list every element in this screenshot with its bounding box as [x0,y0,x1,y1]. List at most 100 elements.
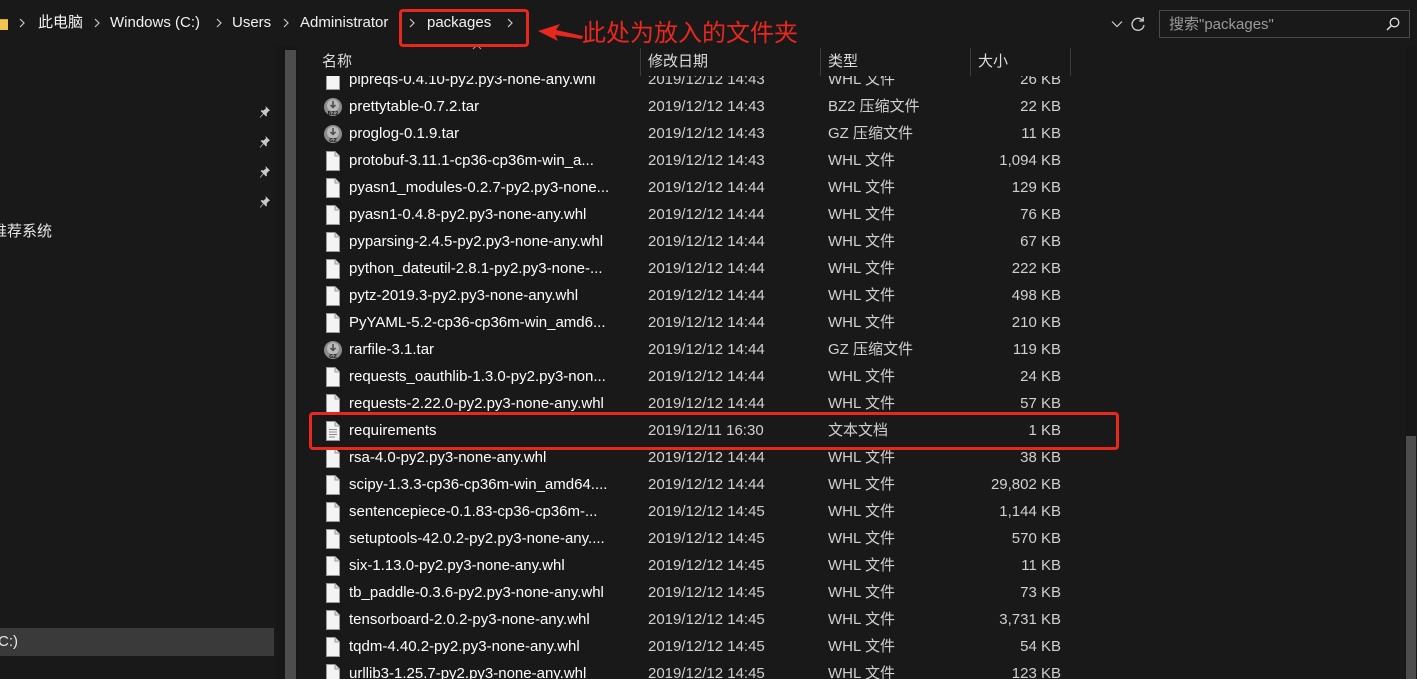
search-icon[interactable] [1386,17,1400,31]
whl-file-icon [323,309,343,336]
file-row[interactable]: pyasn1-0.4.8-py2.py3-none-any.whl 2019/12… [298,201,1405,228]
whl-file-icon [323,147,343,174]
breadcrumb-this-pc[interactable]: 此电脑 [38,13,83,33]
pin-icon[interactable] [259,195,271,209]
column-header-name[interactable]: 名称 [298,48,640,76]
pin-icon[interactable] [259,165,271,179]
gz-archive-icon: GZ [323,120,343,147]
file-date-modified: 2019/12/12 14:45 [648,611,765,628]
file-name: rarfile-3.1.tar [349,341,435,358]
column-header-size[interactable]: 大小 [971,48,1070,76]
file-date-modified: 2019/12/12 14:44 [648,233,765,250]
whl-file-icon [323,201,343,228]
chevron-right-icon[interactable] [93,17,101,29]
whl-file-icon [323,660,343,679]
breadcrumb-administrator[interactable]: Administrator [300,13,388,33]
pin-icon[interactable] [259,135,271,149]
nav-item-label: C:) [0,633,18,650]
file-size: 570 KB [1011,530,1061,547]
file-row[interactable]: urllib3-1.25.7-py2.py3-none-any.whl 2019/… [298,660,1405,679]
search-input[interactable] [1169,11,1379,37]
annotation-arrow-icon [534,20,586,46]
file-row[interactable]: GZ proglog-0.1.9.tar 2019/12/12 14:43 GZ 压缩… [298,120,1405,147]
chevron-right-icon[interactable] [506,17,514,29]
file-row[interactable]: six-1.13.0-py2.py3-none-any.whl 2019/12/1… [298,552,1405,579]
navigation-pane: 推荐系统 C:) [0,46,276,679]
file-date-modified: 2019/12/12 14:44 [648,314,765,331]
file-row[interactable]: requests-2.22.0-py2.py3-none-any.whl 2019… [298,390,1405,417]
file-name: scipy-1.3.3-cp36-cp36m-win_amd64.... [349,476,608,493]
file-row[interactable]: setuptools-42.0.2-py2.py3-none-any.... 20… [298,525,1405,552]
nav-item-folder[interactable]: 推荐系统 [0,217,276,247]
column-header-type[interactable]: 类型 [821,48,970,76]
refresh-icon[interactable] [1130,16,1146,32]
file-row[interactable]: tb_paddle-0.3.6-py2.py3-none-any.whl 2019… [298,579,1405,606]
nav-item-pinned[interactable] [0,127,276,157]
file-row[interactable]: python_dateutil-2.8.1-py2.py3-none-... 20… [298,255,1405,282]
file-name: PyYAML-5.2-cp36-cp36m-win_amd6... [349,314,606,331]
file-size: 26 KB [1020,76,1061,88]
file-date-modified: 2019/12/12 14:44 [648,476,765,493]
file-date-modified: 2019/12/12 14:43 [648,152,765,169]
file-date-modified: 2019/12/12 14:44 [648,206,765,223]
file-row[interactable]: PyYAML-5.2-cp36-cp36m-win_amd6... 2019/12… [298,309,1405,336]
file-date-modified: 2019/12/12 14:44 [648,179,765,196]
file-row[interactable]: requests_oauthlib-1.3.0-py2.py3-non... 20… [298,363,1405,390]
whl-file-icon [323,606,343,633]
file-size: 222 KB [1011,260,1061,277]
nav-scrollbar[interactable] [276,46,298,679]
file-row[interactable]: scipy-1.3.3-cp36-cp36m-win_amd64.... 2019… [298,471,1405,498]
nav-item-pinned[interactable] [0,187,276,217]
file-name: requests-2.22.0-py2.py3-none-any.whl [349,395,604,412]
file-name: tqdm-4.40.2-py2.py3-none-any.whl [349,638,580,655]
search-box[interactable] [1159,10,1410,38]
file-name: pipreqs-0.4.10-py2.py3-none-any.whl [349,76,596,88]
chevron-right-icon[interactable] [18,17,26,29]
file-row[interactable]: rsa-4.0-py2.py3-none-any.whl 2019/12/12 1… [298,444,1405,471]
file-row[interactable]: sentencepiece-0.1.83-cp36-cp36m-... 2019/… [298,498,1405,525]
whl-file-icon [323,255,343,282]
file-row[interactable]: BZ2 prettytable-0.7.2.tar 2019/12/12 14:43… [298,93,1405,120]
file-row[interactable]: requirements 2019/12/11 16:30 文本文档 1 KB [298,417,1405,444]
chevron-right-icon[interactable] [282,17,290,29]
file-list-scrollbar-thumb[interactable] [1406,436,1416,679]
file-date-modified: 2019/12/12 14:43 [648,98,765,115]
breadcrumb-packages[interactable]: packages [427,13,491,33]
chevron-right-icon[interactable] [408,17,416,29]
column-header-date-modified[interactable]: 修改日期 [641,48,820,76]
whl-file-icon [323,498,343,525]
breadcrumb-drive-c[interactable]: Windows (C:) [110,13,200,33]
file-size: 11 KB [1021,125,1061,142]
file-size: 1,094 KB [999,152,1061,169]
file-row[interactable]: protobuf-3.11.1-cp36-cp36m-win_a... 2019/… [298,147,1405,174]
file-row[interactable]: GZ rarfile-3.1.tar 2019/12/12 14:44 GZ 压缩文件… [298,336,1405,363]
nav-item-drive-selected[interactable]: C:) [0,628,274,656]
file-list-scrollbar[interactable] [1405,46,1417,679]
chevron-right-icon[interactable] [215,17,223,29]
file-row[interactable]: tensorboard-2.0.2-py3-none-any.whl 2019/1… [298,606,1405,633]
file-size: 210 KB [1011,314,1061,331]
breadcrumb-users[interactable]: Users [232,13,271,33]
archive-badge-label: GZ [329,354,337,360]
whl-file-icon [323,390,343,417]
pin-icon[interactable] [259,105,271,119]
file-row[interactable]: pytz-2019.3-py2.py3-none-any.whl 2019/12/… [298,282,1405,309]
whl-file-icon [323,174,343,201]
file-name: proglog-0.1.9.tar [349,125,460,142]
nav-item-pinned[interactable] [0,97,276,127]
whl-file-icon [323,363,343,390]
file-row[interactable]: pyasn1_modules-0.2.7-py2.py3-none... 2019… [298,174,1405,201]
file-date-modified: 2019/12/12 14:44 [648,449,765,466]
file-size: 38 KB [1020,449,1061,466]
file-name: sentencepiece-0.1.83-cp36-cp36m-... [349,503,598,520]
whl-file-icon [323,552,343,579]
file-row[interactable]: pipreqs-0.4.10-py2.py3-none-any.whl 2019/… [298,76,1405,93]
file-row[interactable]: pyparsing-2.4.5-py2.py3-none-any.whl 2019… [298,228,1405,255]
file-size: 1 KB [1028,422,1061,439]
archive-badge-label: GZ [329,138,337,144]
nav-scrollbar-thumb[interactable] [285,50,296,679]
address-history-dropdown-icon[interactable] [1111,20,1123,28]
file-row[interactable]: tqdm-4.40.2-py2.py3-none-any.whl 2019/12/… [298,633,1405,660]
nav-item-pinned[interactable] [0,157,276,187]
column-divider[interactable] [1070,48,1071,76]
